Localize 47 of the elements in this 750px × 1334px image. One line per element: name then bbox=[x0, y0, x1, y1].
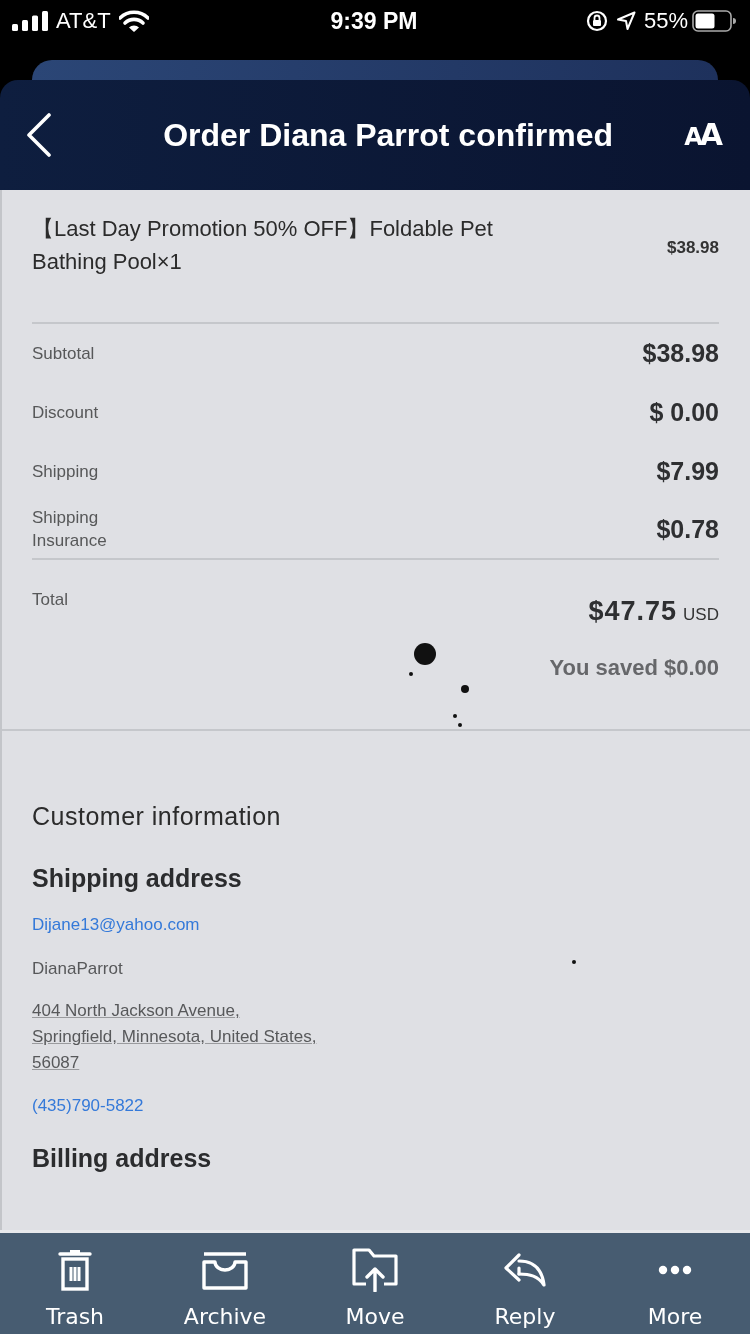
signal-icon bbox=[12, 11, 48, 31]
billing-heading: Billing address bbox=[32, 1143, 212, 1173]
back-chevron-icon bbox=[26, 113, 52, 157]
speck-dot bbox=[572, 960, 576, 964]
summary-label: Subtotal bbox=[32, 342, 95, 365]
address-link[interactable]: 404 North Jackson Avenue, Springfield, Minnesota, United States, 56087 bbox=[32, 998, 317, 1076]
product-price: $38.98 bbox=[667, 238, 719, 258]
total-label: Total bbox=[32, 589, 68, 611]
back-button[interactable] bbox=[26, 113, 52, 157]
shipping-heading: Shipping address bbox=[32, 863, 242, 893]
rotation-lock-icon bbox=[585, 10, 608, 32]
summary-label: Shipping Insurance bbox=[32, 507, 107, 552]
folder-up-arrow-icon bbox=[352, 1248, 398, 1292]
email-subject: Order Diana Parrot confirmed bbox=[162, 116, 615, 154]
archive-button[interactable]: Archive bbox=[150, 1233, 300, 1334]
more-button[interactable]: More bbox=[600, 1233, 750, 1334]
speck-dot bbox=[453, 714, 457, 718]
currency-code: USD bbox=[683, 605, 719, 625]
trash-icon bbox=[57, 1249, 93, 1291]
summary-value: $7.99 bbox=[656, 456, 719, 486]
location-arrow-icon bbox=[615, 11, 636, 31]
speck-dot bbox=[461, 685, 469, 693]
customer-name: DianaParrot bbox=[32, 958, 123, 980]
carrier-name: AT&T bbox=[56, 8, 111, 34]
summary-value: $38.98 bbox=[642, 338, 719, 368]
summary-label: Discount bbox=[32, 401, 99, 424]
speck-dot bbox=[414, 643, 436, 665]
text-size-button[interactable]: AA bbox=[684, 120, 720, 150]
speck-dot bbox=[409, 672, 413, 676]
wifi-icon bbox=[118, 10, 149, 32]
clock-time: 9:39 PM bbox=[330, 7, 418, 35]
summary-value: $ 0.00 bbox=[649, 397, 719, 427]
speck-dot bbox=[458, 723, 462, 727]
more-dots-icon bbox=[658, 1265, 692, 1275]
battery-icon bbox=[692, 10, 736, 32]
move-button[interactable]: Move bbox=[300, 1233, 450, 1334]
product-name: 【Last Day Promotion 50% OFF】Foldable Pet Bathing Pool×1 bbox=[32, 215, 494, 276]
trash-button[interactable]: Trash bbox=[0, 1233, 150, 1334]
battery-percent: 55% bbox=[643, 8, 688, 34]
archive-icon bbox=[202, 1250, 248, 1290]
section-heading: Customer information bbox=[32, 801, 281, 831]
reply-arrow-icon bbox=[504, 1252, 546, 1288]
total-amount: $47.75 bbox=[588, 596, 678, 627]
summary-value: $0.78 bbox=[656, 514, 719, 544]
savings-text: You saved $0.00 bbox=[549, 655, 719, 681]
reply-button[interactable]: Reply bbox=[450, 1233, 600, 1334]
summary-label: Shipping bbox=[32, 460, 99, 483]
